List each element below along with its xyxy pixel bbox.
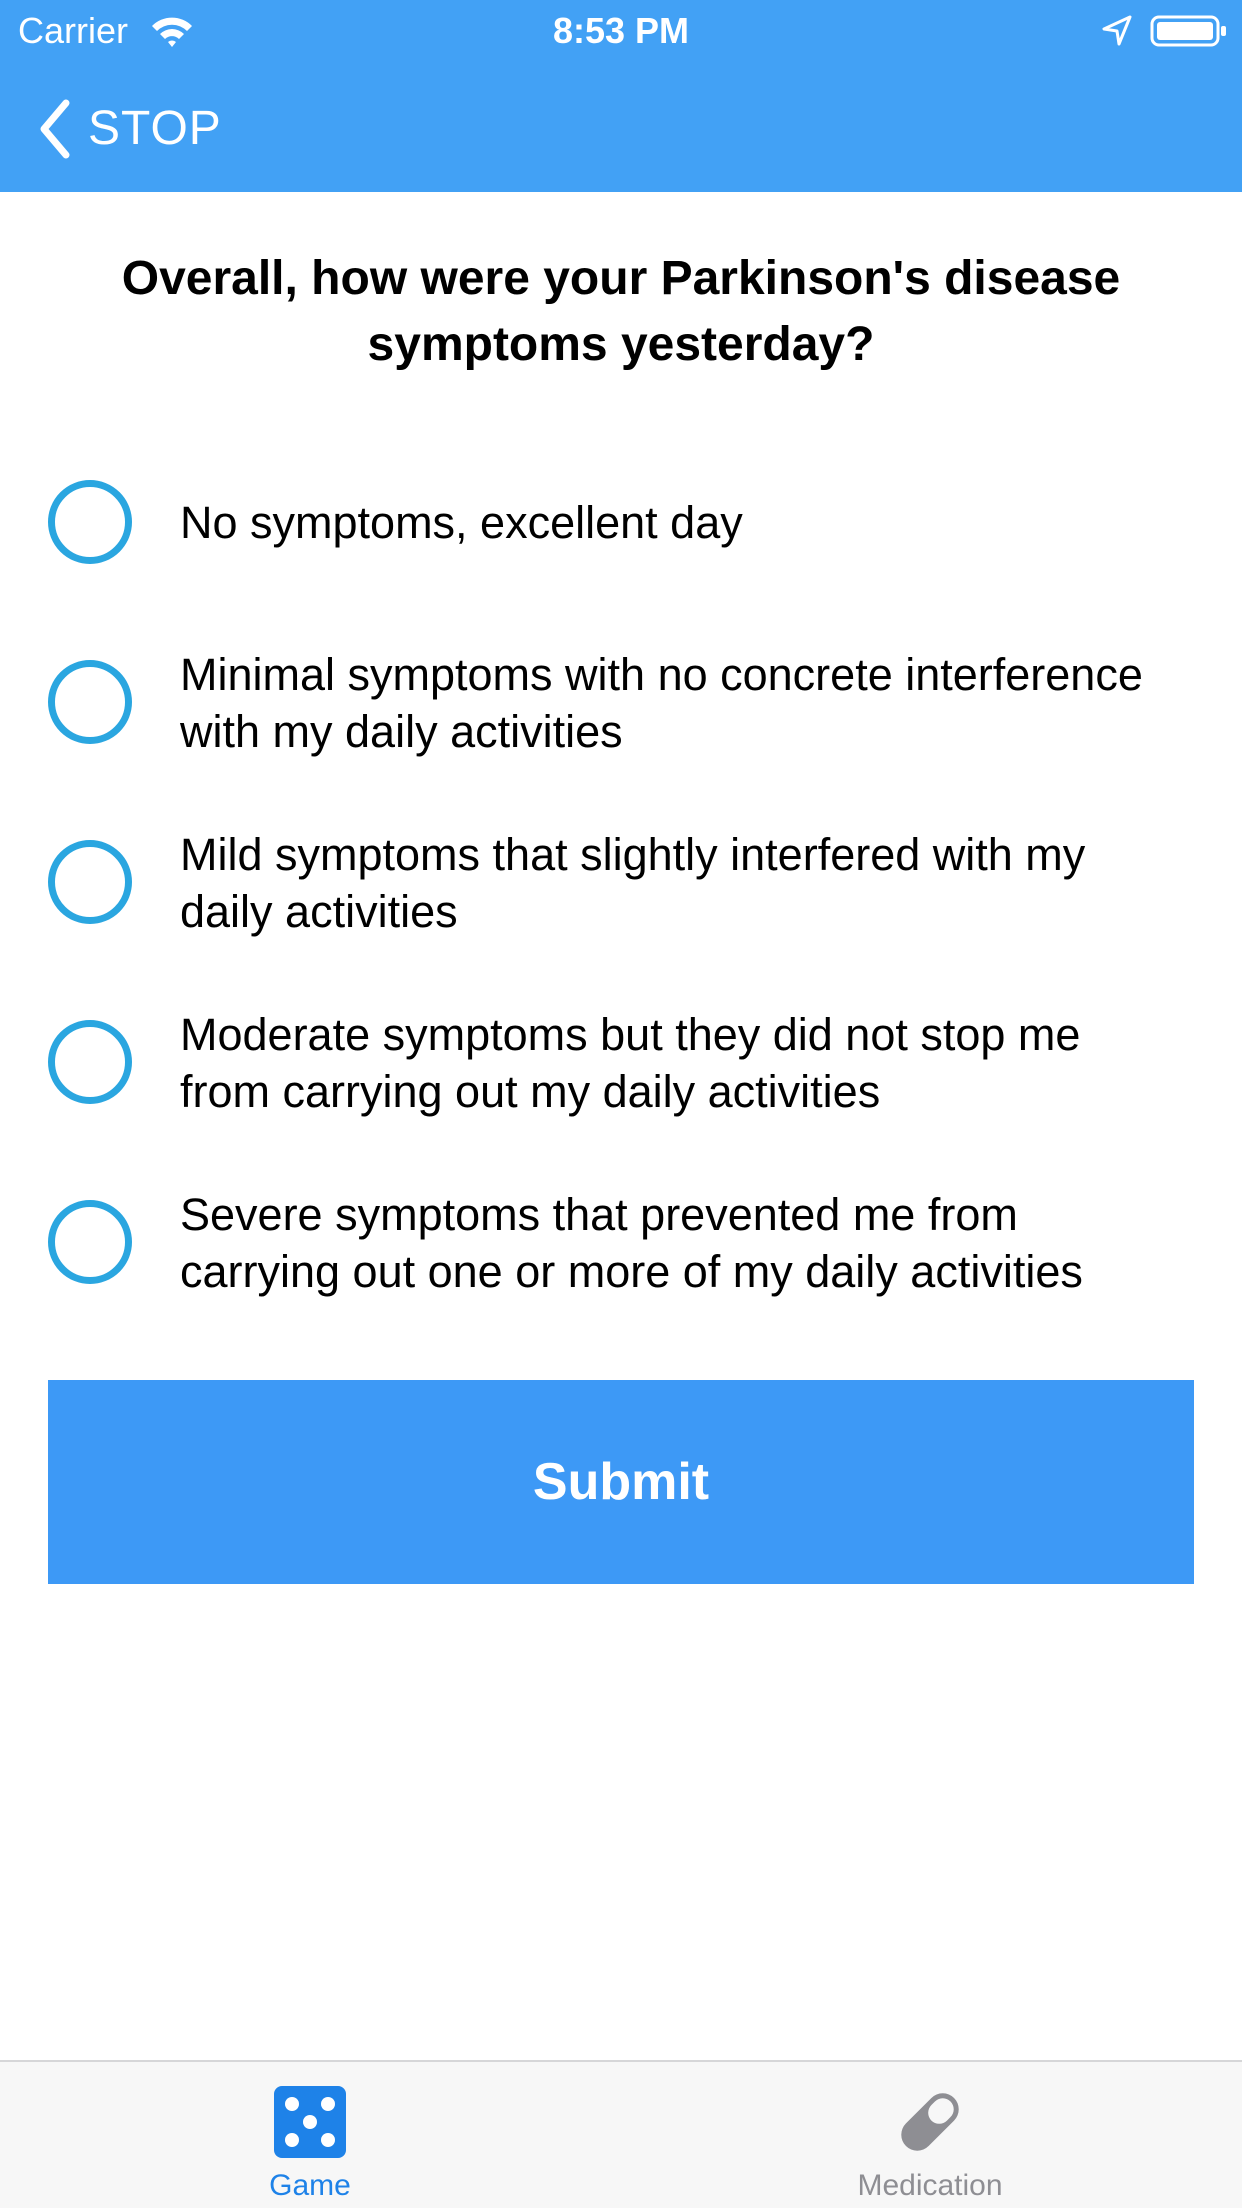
- status-bar: Carrier 8:53 PM: [0, 0, 1242, 62]
- option-no-symptoms[interactable]: No symptoms, excellent day: [0, 460, 1242, 620]
- option-label: No symptoms, excellent day: [180, 497, 743, 548]
- tab-bar: Game Medication: [0, 2060, 1242, 2208]
- option-label: Minimal symptoms with no concrete interf…: [180, 649, 1143, 757]
- tab-medication[interactable]: Medication: [730, 2062, 1130, 2208]
- option-label: Moderate symptoms but they did not stop …: [180, 1009, 1081, 1117]
- location-arrow-icon: [1102, 15, 1132, 46]
- submit-button[interactable]: Submit: [48, 1380, 1194, 1584]
- radio-button[interactable]: [48, 1200, 132, 1284]
- option-minimal-symptoms[interactable]: Minimal symptoms with no concrete interf…: [0, 640, 1242, 800]
- tab-game-label: Game: [269, 2169, 351, 2202]
- radio-button[interactable]: [48, 660, 132, 744]
- option-mild-symptoms[interactable]: Mild symptoms that slightly interfered w…: [0, 820, 1242, 980]
- back-button[interactable]: STOP: [36, 94, 222, 164]
- chevron-left-icon: [40, 99, 70, 159]
- option-label: Mild symptoms that slightly interfered w…: [180, 829, 1086, 937]
- pill-icon: [901, 2093, 959, 2151]
- status-time: 8:53 PM: [552, 10, 690, 51]
- radio-button[interactable]: [48, 840, 132, 924]
- tab-medication-label: Medication: [857, 2169, 1003, 2202]
- navigation-header: Carrier 8:53 PM STOP: [0, 0, 1242, 192]
- radio-button[interactable]: [48, 480, 132, 564]
- radio-button[interactable]: [48, 1020, 132, 1104]
- question-title: Overall, how were your Parkinson's disea…: [121, 252, 1121, 371]
- dice-icon: [274, 2086, 346, 2158]
- back-button-label: STOP: [88, 102, 222, 155]
- option-moderate-symptoms[interactable]: Moderate symptoms but they did not stop …: [0, 1000, 1242, 1160]
- tab-game[interactable]: Game: [110, 2062, 510, 2208]
- option-label: Severe symptoms that prevented me from c…: [180, 1189, 1083, 1297]
- battery-icon: [1150, 15, 1226, 47]
- option-severe-symptoms[interactable]: Severe symptoms that prevented me from c…: [0, 1180, 1242, 1340]
